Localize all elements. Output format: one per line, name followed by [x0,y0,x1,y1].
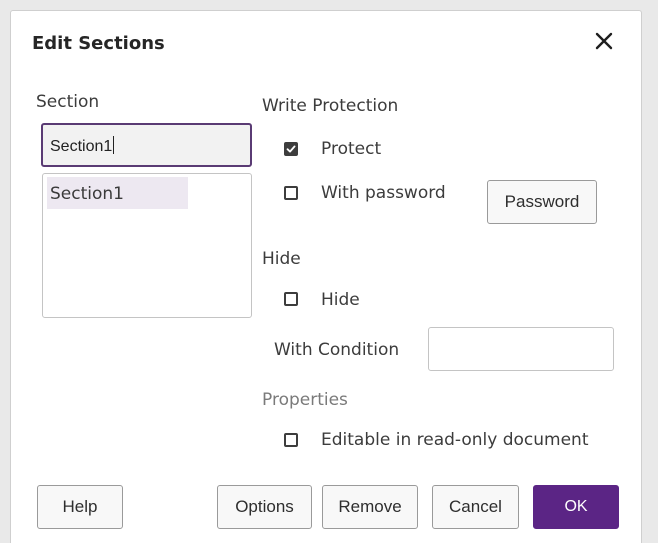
with-password-label: With password [321,183,446,203]
editable-readonly-label: Editable in read-only document [321,430,589,450]
dialog-title: Edit Sections [32,33,165,54]
protect-checkbox[interactable] [284,142,298,156]
with-condition-label: With Condition [274,340,400,360]
password-button[interactable]: Password [487,180,597,224]
protect-label: Protect [321,139,382,159]
section-name-value: Section1 [50,138,113,155]
hide-heading: Hide [262,249,301,269]
section-name-input[interactable]: Section1 [41,123,252,167]
condition-input[interactable] [428,327,614,371]
hide-checkbox[interactable] [284,292,298,306]
help-button[interactable]: Help [37,485,123,529]
dialog-titlebar: Edit Sections [11,11,641,73]
close-icon[interactable] [591,28,617,54]
cancel-button[interactable]: Cancel [432,485,519,529]
ok-button[interactable]: OK [533,485,619,529]
options-button[interactable]: Options [217,485,312,529]
remove-button[interactable]: Remove [322,485,418,529]
properties-heading: Properties [262,390,348,410]
section-label: Section [36,92,100,112]
hide-label: Hide [321,290,360,310]
checkmark-icon [286,145,296,153]
text-caret [113,136,115,154]
list-item[interactable]: Section1 [47,177,188,209]
editable-readonly-checkbox[interactable] [284,433,298,447]
section-list[interactable]: Section1 [42,173,252,318]
write-protection-heading: Write Protection [262,96,399,116]
with-password-checkbox[interactable] [284,186,298,200]
edit-sections-dialog: Edit Sections Section Section1 Section1 … [10,10,642,543]
